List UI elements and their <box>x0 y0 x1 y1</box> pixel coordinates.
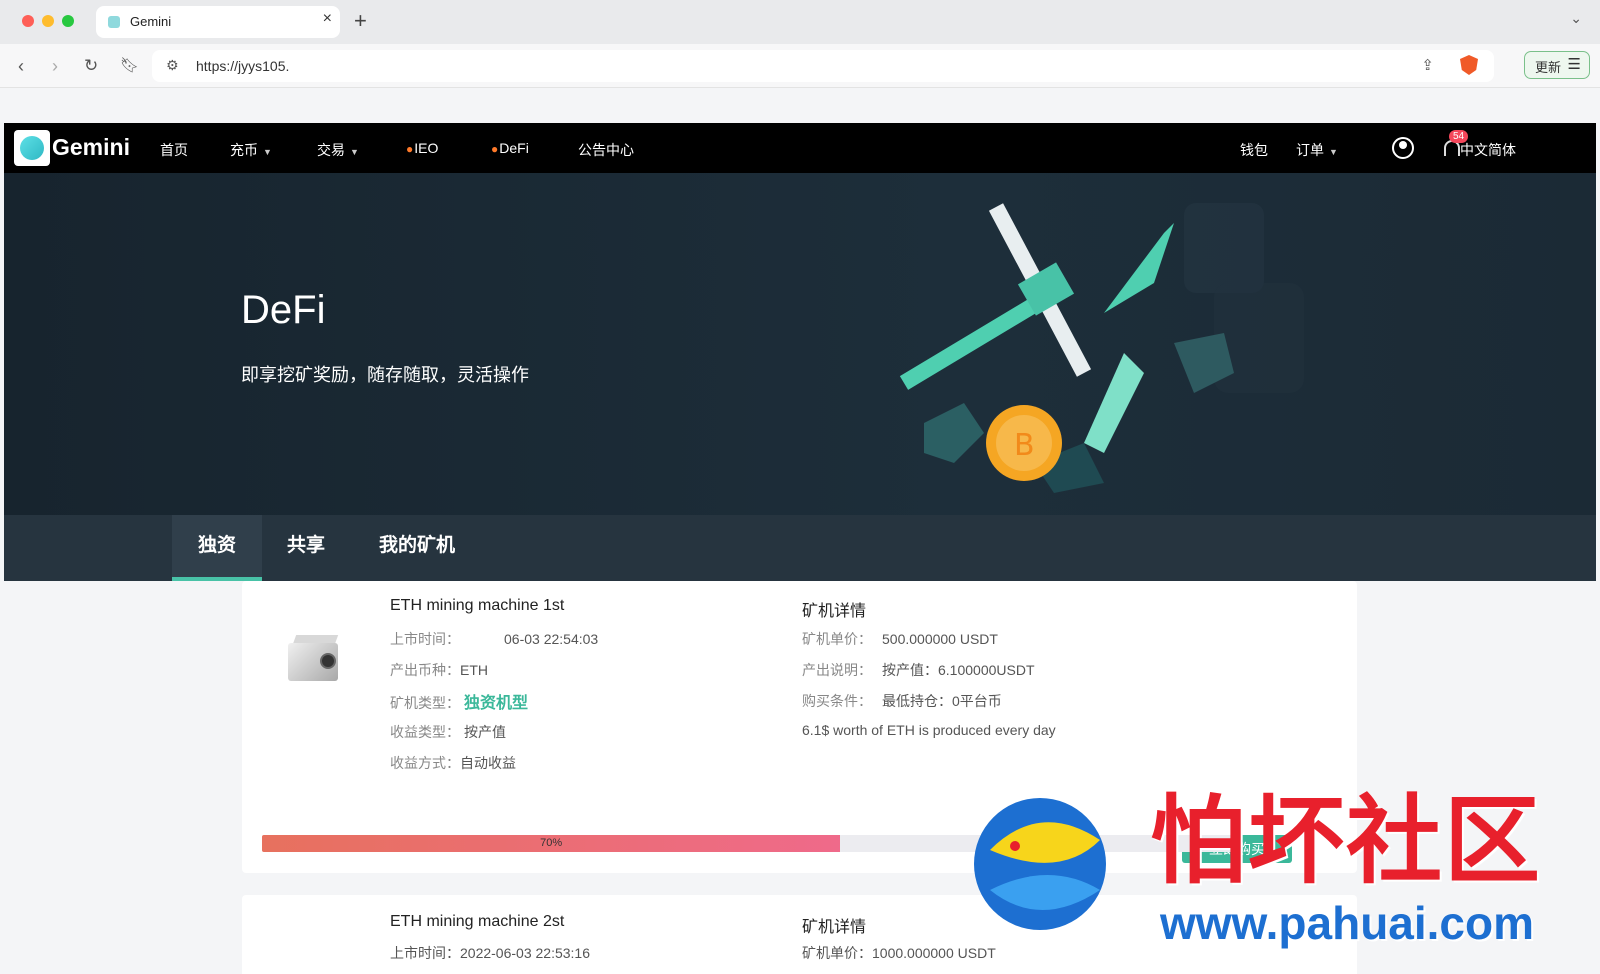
machine-name: ETH mining machine 2st <box>390 913 565 930</box>
zoom-window-button[interactable] <box>62 15 74 27</box>
nav-home[interactable]: 首页 <box>160 140 188 160</box>
update-button[interactable]: 更新 ☰ <box>1524 51 1590 79</box>
nav-orders-label: 订单 <box>1296 142 1324 158</box>
nav-ieo[interactable]: ●IEO <box>406 140 438 156</box>
hero-banner: DeFi 即享挖矿奖励，随存随取，灵活操作 B <box>4 173 1596 515</box>
purchase-condition: 购买条件： 最低持仓：0平台币 <box>802 693 1002 709</box>
nav-defi-label: DeFi <box>499 140 529 156</box>
browser-tab[interactable]: Gemini × <box>96 6 340 38</box>
language-selector[interactable]: 中文简体 <box>1460 140 1516 160</box>
watermark-url: www.pahuai.com <box>1160 897 1535 949</box>
tab-title: Gemini <box>130 14 172 29</box>
url-text: https://jyys105. <box>196 58 290 74</box>
tab-close-icon[interactable]: × <box>323 10 332 28</box>
reload-icon[interactable]: ↻ <box>84 54 98 78</box>
income-type: 收益类型： 按产值 <box>390 724 506 740</box>
nav-defi[interactable]: ●DeFi <box>491 140 529 156</box>
caret-down-icon: ▼ <box>1329 147 1338 157</box>
nav-wallet[interactable]: 钱包 <box>1240 140 1268 160</box>
production-note: 6.1$ worth of ETH is produced every day <box>802 722 1056 738</box>
url-field[interactable]: ⚙︎ https://jyys105. ⇪ <box>152 50 1494 82</box>
nav-deposit[interactable]: 充币 ▼ <box>230 140 272 160</box>
close-window-button[interactable] <box>22 15 34 27</box>
forward-icon[interactable]: › <box>52 54 58 78</box>
nav-ieo-label: IEO <box>414 140 439 156</box>
detail-title: 矿机详情 <box>802 919 867 936</box>
income-method: 收益方式：自动收益 <box>390 755 516 771</box>
caret-down-icon: ▼ <box>263 147 272 157</box>
tab-shared[interactable]: 共享 <box>266 515 346 581</box>
bookmark-icon[interactable]: 🔖︎ <box>120 54 139 78</box>
caret-down-icon: ▼ <box>350 147 359 157</box>
new-tab-button[interactable]: + <box>354 8 367 34</box>
nav-trade[interactable]: 交易 ▼ <box>317 140 359 160</box>
brave-shield-icon[interactable] <box>1460 55 1478 75</box>
watermark-fish-logo <box>974 798 1106 930</box>
back-icon[interactable]: ‹ <box>18 54 24 78</box>
hero-title: DeFi <box>241 288 326 332</box>
machine-tabs: 独资 共享 我的矿机 <box>4 515 1596 581</box>
gemini-logo-icon[interactable] <box>14 130 50 166</box>
nav-trade-label: 交易 <box>317 142 345 158</box>
brand-name[interactable]: Gemini <box>52 134 130 161</box>
output-coin: 产出币种：ETH <box>390 662 488 678</box>
fire-icon: ● <box>406 142 414 156</box>
unit-price: 矿机单价：1000.000000 USDT <box>802 945 996 961</box>
mining-illustration: B <box>899 203 1304 493</box>
menu-icon: ☰ <box>1567 56 1581 73</box>
nav-home-label: 首页 <box>160 142 188 158</box>
tab-solo[interactable]: 独资 <box>172 515 262 581</box>
user-icon[interactable] <box>1392 137 1414 159</box>
tab-my-machines[interactable]: 我的矿机 <box>354 515 480 581</box>
progress-fill: 70% <box>262 835 841 852</box>
address-bar: ‹ › ↻ 🔖︎ ⚙︎ https://jyys105. ⇪ 更新 ☰ <box>0 44 1600 88</box>
detail-title: 矿机详情 <box>802 603 867 620</box>
mining-machine-image <box>282 631 344 687</box>
top-nav: Gemini 首页 充币 ▼ 交易 ▼ ●IEO ●DeFi 公告中心 钱包 订单 ▼… <box>4 123 1596 173</box>
site-settings-icon[interactable]: ⚙︎ <box>166 57 179 74</box>
listed-time: 上市时间：2022-06-03 22:53:16 <box>390 945 590 961</box>
update-label: 更新 <box>1535 60 1562 75</box>
nav-announcements-label: 公告中心 <box>578 142 634 158</box>
svg-text:B: B <box>1014 428 1035 463</box>
nav-orders[interactable]: 订单 ▼ <box>1296 140 1338 160</box>
hero-subtitle: 即享挖矿奖励，随存随取，灵活操作 <box>241 365 529 385</box>
unit-price: 矿机单价： 500.000000 USDT <box>802 631 998 647</box>
share-icon[interactable]: ⇪ <box>1421 56 1434 74</box>
minimize-window-button[interactable] <box>42 15 54 27</box>
listed-time: 上市时间： 06-03 22:54:03 <box>390 631 599 647</box>
favicon-icon <box>108 16 120 28</box>
machine-name: ETH mining machine 1st <box>390 597 565 614</box>
watermark-text: 怕坏社区 <box>1150 788 1542 895</box>
machine-type: 矿机类型： 独资机型 <box>390 695 529 712</box>
nav-deposit-label: 充币 <box>230 142 258 158</box>
nav-announcements[interactable]: 公告中心 <box>578 140 634 160</box>
browser-tabbar: Gemini × + ⌄ <box>0 0 1600 44</box>
chevron-down-icon[interactable]: ⌄ <box>1570 10 1582 27</box>
fire-icon: ● <box>491 142 499 156</box>
output-description: 产出说明： 按产值：6.100000USDT <box>802 662 1035 678</box>
